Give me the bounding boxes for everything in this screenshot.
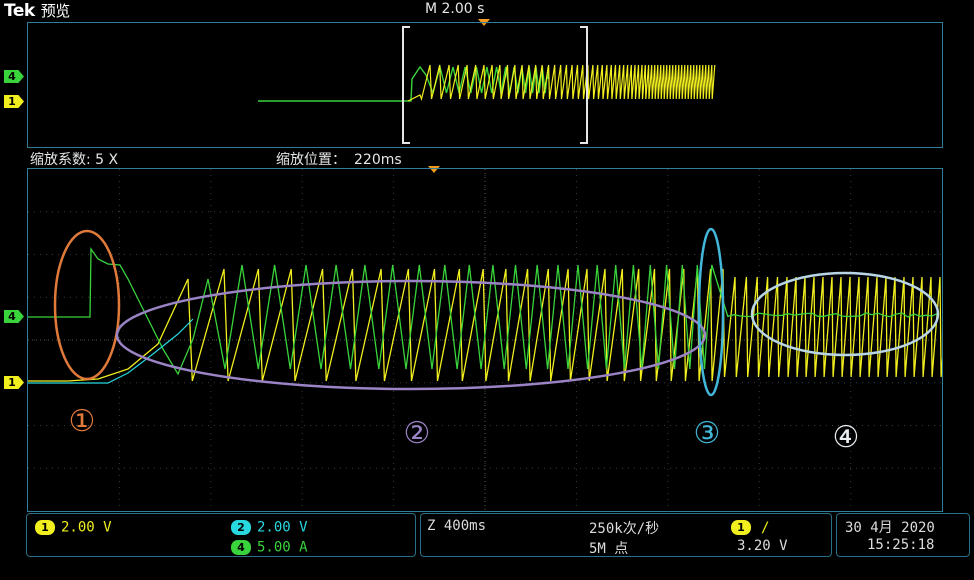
ch4-badge: 4 xyxy=(231,540,251,555)
zoom-ch1-marker[interactable]: 1 xyxy=(4,376,24,389)
time-readout: 15:25:18 xyxy=(867,537,934,553)
mode-label: 预览 xyxy=(41,2,70,20)
overview-waveform-window[interactable] xyxy=(27,22,943,148)
zoom-ch4-marker[interactable]: 4 xyxy=(4,310,24,323)
overview-ch4-marker[interactable]: 4 xyxy=(4,70,24,83)
annotation-label-1: ① xyxy=(62,404,102,439)
status-bar: 1 2.00 V 2 2.00 V 4 5.00 A Z 400ms 250k次/秒 … xyxy=(26,513,970,577)
zoom-waveform xyxy=(28,169,942,511)
datetime-panel[interactable]: 30 4月 2020 15:25:18 xyxy=(836,513,970,557)
overview-waveform xyxy=(28,23,942,147)
trigger-source-badge: 1 xyxy=(731,520,751,535)
trigger-readout[interactable]: 1/ xyxy=(731,517,769,536)
annotation-label-2: ② xyxy=(397,416,437,451)
overview-ch1-marker[interactable]: 1 xyxy=(4,95,24,108)
annotation-label-3: ③ xyxy=(687,416,727,451)
sample-rate-readout: 250k次/秒 xyxy=(589,518,659,538)
ch4-current-trace xyxy=(28,249,938,374)
zoom-factor-label: 缩放系数: 5 X xyxy=(30,149,118,169)
ch2-scale-readout[interactable]: 2 2.00 V xyxy=(231,517,308,536)
ch1-badge: 1 xyxy=(35,520,55,535)
date-readout: 30 4月 2020 xyxy=(845,517,935,537)
zoom-position-value: 220ms xyxy=(354,152,402,168)
ch2-badge: 2 xyxy=(231,520,251,535)
ch1-scale: 2.00 V xyxy=(61,520,112,536)
annotation-label-4: ④ xyxy=(826,420,866,455)
ch4-scale-readout[interactable]: 4 5.00 A xyxy=(231,537,308,556)
zoom-bracket-left[interactable] xyxy=(403,27,410,143)
zoom-position-caption: 缩放位置： xyxy=(276,152,346,168)
trigger-level-readout: 3.20 V xyxy=(737,538,788,554)
zoom-waveform-window[interactable] xyxy=(27,168,943,512)
channel-settings-panel[interactable]: 1 2.00 V 2 2.00 V 4 5.00 A xyxy=(26,513,416,557)
zoom-time-readout: Z 400ms xyxy=(427,518,486,534)
record-length-readout: 5M 点 xyxy=(589,538,628,558)
ch2-voltage-trace xyxy=(28,319,193,383)
trigger-slope-icon: / xyxy=(761,520,769,536)
tek-logo: Tek 预览 xyxy=(4,0,70,21)
zoom-position-label: 缩放位置： 220ms xyxy=(276,149,402,169)
ch4-scale: 5.00 A xyxy=(257,540,308,556)
annotation-ellipse-1 xyxy=(55,231,119,379)
ch2-scale: 2.00 V xyxy=(257,520,308,536)
brand-text: Tek xyxy=(4,1,35,21)
timebase-readout[interactable]: M 2.00 s xyxy=(425,1,484,17)
acquisition-panel[interactable]: Z 400ms 250k次/秒 5M 点 1/ 3.20 V xyxy=(420,513,832,557)
ch1-scale-readout[interactable]: 1 2.00 V xyxy=(35,517,112,536)
